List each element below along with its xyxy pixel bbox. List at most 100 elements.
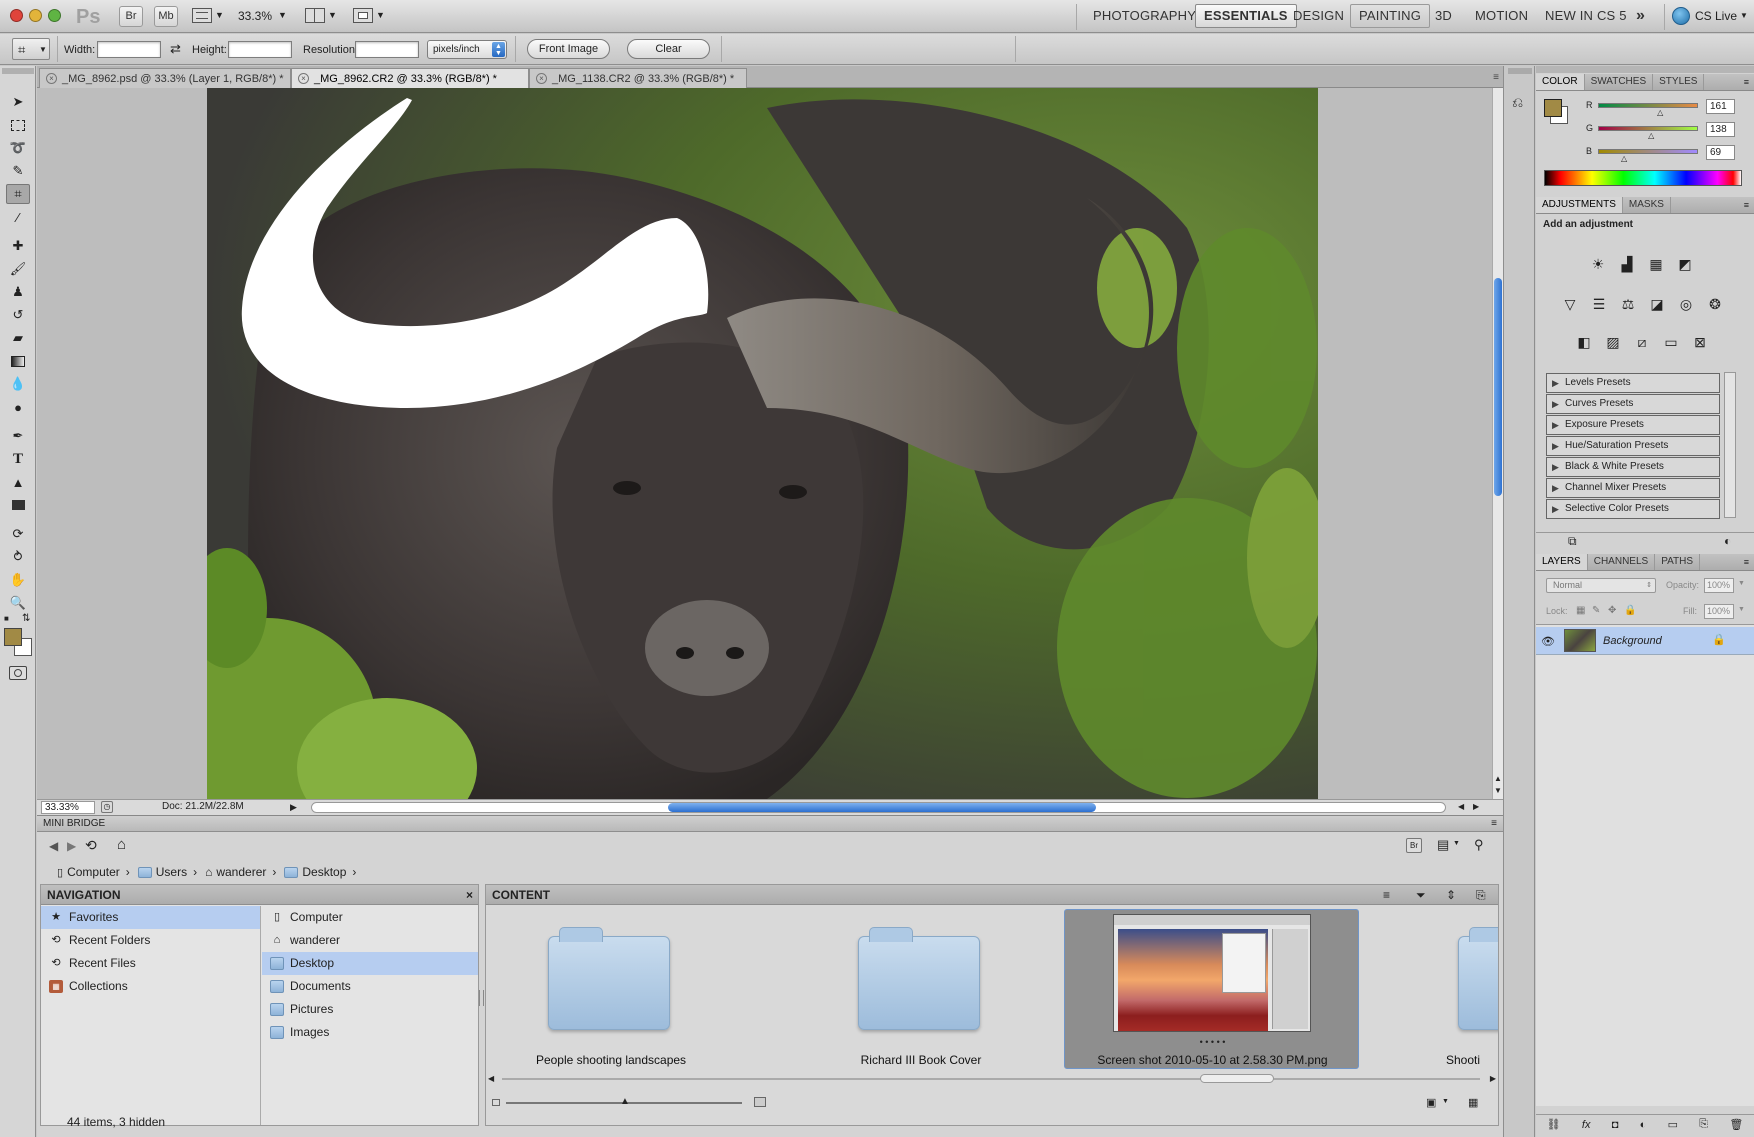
sort-icon[interactable]: ≡: [1383, 888, 1390, 902]
back-arrow-icon[interactable]: ◀: [49, 839, 58, 853]
more-workspaces-button[interactable]: »: [1628, 4, 1653, 28]
lock-pixels-icon[interactable]: ✎: [1592, 605, 1600, 616]
healing-brush-tool-icon[interactable]: ✚: [6, 236, 30, 256]
new-adjustment-layer-icon[interactable]: ◐: [1640, 1119, 1647, 1131]
green-value-input[interactable]: 138: [1706, 122, 1735, 137]
export-icon[interactable]: ◷: [101, 801, 113, 813]
photo-buffalo-image[interactable]: [207, 88, 1318, 799]
horizontal-scroll-thumb[interactable]: [1200, 1074, 1274, 1083]
blue-slider[interactable]: [1598, 149, 1698, 154]
new-group-icon[interactable]: ▭: [1668, 1118, 1678, 1131]
shape-tool-icon[interactable]: [6, 495, 30, 515]
chevron-down-icon[interactable]: ▼: [1740, 11, 1748, 20]
launch-minibridge-button[interactable]: Mb: [154, 6, 178, 27]
workspace-painting[interactable]: PAINTING: [1350, 4, 1431, 28]
document-canvas[interactable]: [37, 88, 1492, 799]
preset-levels[interactable]: Levels Presets: [1546, 373, 1720, 393]
chevron-down-icon[interactable]: ▼: [376, 10, 385, 20]
recent-items-icon[interactable]: ⟲: [85, 837, 97, 854]
delete-layer-icon[interactable]: 🗑: [1729, 1118, 1743, 1131]
threshold-icon[interactable]: ⧄: [1630, 331, 1654, 353]
swap-dimensions-icon[interactable]: ⇄: [170, 41, 181, 57]
view-options-icon[interactable]: ▤: [1437, 837, 1449, 853]
content-item[interactable]: People shooting landscapes: [486, 906, 736, 1071]
eyedropper-tool-icon[interactable]: ⁄: [6, 207, 30, 227]
view-extras-icon[interactable]: [192, 8, 212, 23]
gradient-map-icon[interactable]: ▭: [1659, 331, 1683, 353]
scroll-right-icon[interactable]: ▶: [1473, 802, 1479, 811]
panels-grip[interactable]: [1536, 66, 1754, 73]
layer-row-background[interactable]: 👁 Background 🔒: [1536, 627, 1754, 655]
preset-black-white[interactable]: Black & White Presets: [1546, 457, 1720, 477]
pane-splitter[interactable]: [479, 990, 484, 1006]
resolution-unit-select[interactable]: pixels/inch ▲ ▼: [427, 40, 507, 59]
launch-bridge-button[interactable]: Br: [119, 6, 143, 27]
levels-icon[interactable]: ▟: [1615, 253, 1639, 275]
panel-menu-icon[interactable]: ≡: [1744, 557, 1754, 567]
panel-menu-icon[interactable]: ≡: [1491, 818, 1497, 829]
chevron-down-icon[interactable]: ▼: [215, 10, 224, 20]
view-mode-icon[interactable]: ▣: [1426, 1096, 1436, 1109]
place-item-pictures[interactable]: Pictures: [262, 998, 478, 1021]
go-to-bridge-button[interactable]: Br: [1406, 838, 1422, 853]
lock-transparency-icon[interactable]: ▦: [1576, 605, 1585, 616]
link-layers-icon[interactable]: ⛓: [1547, 1118, 1561, 1131]
chevron-down-icon[interactable]: ▼: [328, 10, 337, 20]
scroll-left-icon[interactable]: ◀: [488, 1074, 494, 1083]
large-thumbnail-icon[interactable]: [754, 1097, 766, 1107]
breadcrumb-users[interactable]: Users: [156, 865, 187, 879]
tab-paths[interactable]: PATHS: [1655, 554, 1701, 570]
tools-menu-icon[interactable]: ⎘: [1476, 888, 1486, 903]
crop-tool-icon[interactable]: ⌗: [6, 184, 30, 204]
front-image-button[interactable]: Front Image: [527, 39, 610, 59]
workspace-design[interactable]: DESIGN: [1285, 4, 1352, 28]
content-horizontal-scrollbar[interactable]: ◀ ▶: [488, 1074, 1496, 1085]
content-item-selected[interactable]: • • • • • Screen shot 2010-05-10 at 2.58…: [1064, 909, 1359, 1069]
foreground-color-swatch[interactable]: [1544, 99, 1562, 117]
chevron-down-icon[interactable]: ▼: [1442, 1098, 1449, 1105]
search-icon[interactable]: ⚲: [1474, 837, 1484, 853]
eraser-tool-icon[interactable]: ▰: [6, 328, 30, 348]
canvas-horizontal-scrollbar[interactable]: [311, 802, 1446, 813]
slider-handle-icon[interactable]: ▲: [620, 1096, 630, 1107]
minimize-window-button[interactable]: [29, 9, 42, 22]
new-layer-icon[interactable]: ⎘: [1699, 1118, 1708, 1131]
pen-tool-icon[interactable]: ✒: [6, 426, 30, 446]
red-slider[interactable]: [1598, 103, 1698, 108]
content-item[interactable]: Richard III Book Cover: [796, 906, 1046, 1071]
preset-selective-color[interactable]: Selective Color Presets: [1546, 499, 1720, 519]
breadcrumb-desktop[interactable]: Desktop: [302, 865, 346, 879]
foreground-color-swatch[interactable]: [4, 628, 22, 646]
history-brush-tool-icon[interactable]: ↺: [6, 305, 30, 325]
filter-icon[interactable]: ⏷: [1416, 888, 1426, 903]
status-menu-icon[interactable]: ▶: [290, 802, 297, 813]
tab-adjustments[interactable]: ADJUSTMENTS: [1536, 197, 1623, 213]
document-tab[interactable]: × _MG_8962.CR2 @ 33.3% (RGB/8*) *: [291, 68, 529, 88]
workspace-essentials[interactable]: ESSENTIALS: [1195, 4, 1297, 28]
forward-arrow-icon[interactable]: ▶: [67, 839, 76, 853]
exposure-icon[interactable]: ◩: [1673, 253, 1697, 275]
marquee-tool-icon[interactable]: [6, 115, 30, 135]
channel-mixer-icon[interactable]: ❂: [1703, 293, 1727, 315]
breadcrumb-computer[interactable]: Computer: [67, 865, 120, 879]
blue-value-input[interactable]: 69: [1706, 145, 1735, 160]
lasso-tool-icon[interactable]: ➰: [6, 138, 30, 158]
nav-item-recent-folders[interactable]: ⟲ Recent Folders: [41, 929, 260, 952]
vertical-scroll-thumb[interactable]: [1494, 278, 1502, 496]
green-slider-handle[interactable]: △: [1648, 131, 1654, 140]
scroll-down-icon[interactable]: ▼: [1494, 786, 1502, 795]
scroll-up-icon[interactable]: ▲: [1494, 774, 1502, 783]
posterize-icon[interactable]: ▨: [1601, 331, 1625, 353]
screen-mode-icon[interactable]: [353, 8, 373, 23]
tools-panel-grip[interactable]: [2, 68, 34, 74]
selective-color-icon[interactable]: ⊠: [1688, 331, 1712, 353]
scroll-right-icon[interactable]: ▶: [1490, 1074, 1496, 1083]
quick-selection-tool-icon[interactable]: ✎: [6, 161, 30, 181]
close-icon[interactable]: ×: [466, 888, 473, 902]
chevron-down-icon[interactable]: ▼: [1738, 580, 1745, 587]
place-item-documents[interactable]: Documents: [262, 975, 478, 998]
path-selection-tool-icon[interactable]: ▲: [6, 472, 30, 492]
panel-menu-icon[interactable]: ≡: [1493, 72, 1499, 83]
blur-tool-icon[interactable]: 💧: [6, 374, 30, 394]
blue-slider-handle[interactable]: △: [1621, 154, 1627, 163]
